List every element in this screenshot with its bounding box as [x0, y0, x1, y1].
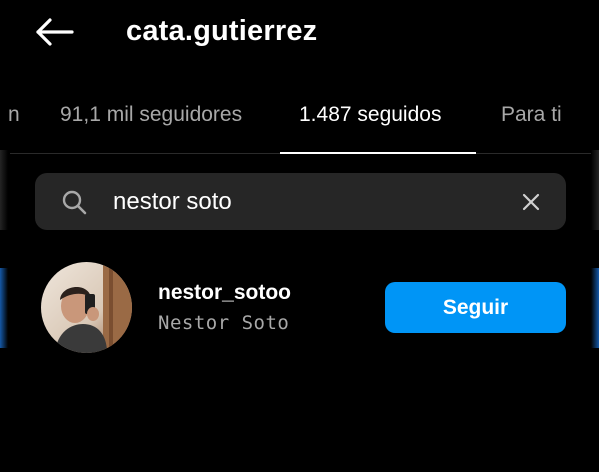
active-tab-indicator	[280, 152, 476, 154]
search-input[interactable]	[113, 173, 493, 230]
follow-tabs: n 91,1 mil seguidores 1.487 seguidos Par…	[0, 88, 599, 154]
search-bar	[35, 173, 566, 230]
list-item[interactable]: nestor_sotoo Nestor Soto Seguir	[0, 258, 599, 358]
avatar-photo	[41, 262, 132, 353]
tab-previous-partial[interactable]: n	[8, 102, 20, 128]
edge-shadow-left	[0, 150, 8, 230]
edge-shadow-right	[591, 150, 599, 230]
avatar[interactable]	[41, 262, 132, 353]
top-header: cata.gutierrez	[0, 0, 599, 64]
app-screen: cata.gutierrez n 91,1 mil seguidores 1.4…	[0, 0, 599, 472]
back-button[interactable]	[30, 12, 78, 52]
tab-following[interactable]: 1.487 seguidos	[299, 102, 441, 128]
result-full-name: Nestor Soto	[158, 312, 290, 334]
tab-followers[interactable]: 91,1 mil seguidores	[60, 102, 242, 128]
follow-button[interactable]: Seguir	[385, 282, 566, 333]
tab-for-you[interactable]: Para ti	[501, 102, 562, 128]
result-username[interactable]: nestor_sotoo	[158, 280, 291, 306]
close-icon[interactable]	[518, 189, 544, 215]
arrow-left-icon	[36, 18, 74, 46]
profile-username-title: cata.gutierrez	[126, 15, 318, 47]
search-icon	[62, 190, 87, 215]
